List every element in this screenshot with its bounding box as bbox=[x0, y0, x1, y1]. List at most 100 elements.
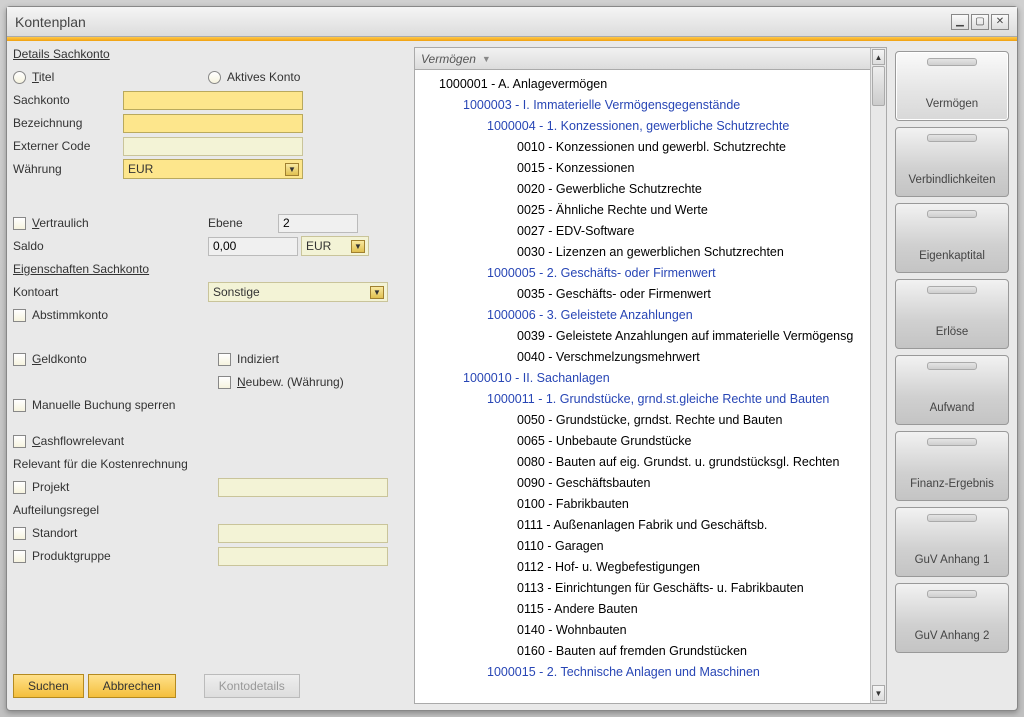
tree-node[interactable]: 1000003 - I. Immaterielle Vermögensgegen… bbox=[415, 95, 870, 116]
chk-geld[interactable] bbox=[13, 353, 26, 366]
input-projekt[interactable] bbox=[218, 478, 388, 497]
chk-standort[interactable] bbox=[13, 527, 26, 540]
lbl-bezeichnung: Bezeichnung bbox=[13, 116, 123, 130]
tree-node[interactable]: 0050 - Grundstücke, grndst. Rechte und B… bbox=[415, 410, 870, 431]
tree-node[interactable]: 0035 - Geschäfts- oder Firmenwert bbox=[415, 284, 870, 305]
tree-node[interactable]: 0065 - Unbebaute Grundstücke bbox=[415, 431, 870, 452]
tree-node[interactable]: 0027 - EDV-Software bbox=[415, 221, 870, 242]
chk-abstimm-label: Abstimmkonto bbox=[32, 308, 108, 322]
tree-node[interactable]: 0160 - Bauten auf fremden Grundstücken bbox=[415, 641, 870, 662]
chk-standort-label: Standort bbox=[32, 526, 77, 540]
radio-aktiv[interactable] bbox=[208, 71, 221, 84]
radio-titel[interactable] bbox=[13, 71, 26, 84]
chk-produkt-label: Produktgruppe bbox=[32, 549, 111, 563]
drawer-tab[interactable]: Erlöse bbox=[895, 279, 1009, 349]
tree-node[interactable]: 0030 - Lizenzen an gewerblichen Schutzre… bbox=[415, 242, 870, 263]
tree-node[interactable]: 0040 - Verschmelzungsmehrwert bbox=[415, 347, 870, 368]
window-title: Kontenplan bbox=[15, 14, 86, 30]
maximize-button[interactable]: ▢ bbox=[971, 14, 989, 30]
input-saldo[interactable] bbox=[208, 237, 298, 256]
tree-node[interactable]: 0140 - Wohnbauten bbox=[415, 620, 870, 641]
chk-projekt-label: Projekt bbox=[32, 480, 69, 494]
chk-produkt[interactable] bbox=[13, 550, 26, 563]
tree-node[interactable]: 0039 - Geleistete Anzahlungen auf immate… bbox=[415, 326, 870, 347]
drawer-label: GuV Anhang 1 bbox=[915, 554, 990, 566]
btn-abbrechen[interactable]: Abbrechen bbox=[88, 674, 176, 698]
chevron-down-icon[interactable]: ▼ bbox=[482, 54, 491, 64]
titlebar: Kontenplan ▁ ▢ ✕ bbox=[7, 7, 1017, 37]
section-eigenschaften: Eigenschaften Sachkonto bbox=[13, 262, 408, 276]
tree-node[interactable]: 0100 - Fabrikbauten bbox=[415, 494, 870, 515]
radio-titel-label: Titel bbox=[32, 70, 54, 84]
lbl-kontoart: Kontoart bbox=[13, 285, 208, 299]
tree-scrollbar[interactable]: ▲ ▼ bbox=[870, 48, 886, 703]
chk-cashflow[interactable] bbox=[13, 435, 26, 448]
tree-node[interactable]: 0113 - Einrichtungen für Geschäfts- u. F… bbox=[415, 578, 870, 599]
chk-manuell-label: Manuelle Buchung sperren bbox=[32, 398, 175, 412]
drawer-handle-icon bbox=[927, 362, 977, 370]
tree-panel: Vermögen ▼ 1000001 - A. Anlagevermögen10… bbox=[414, 47, 887, 704]
lbl-aufteilung: Aufteilungsregel bbox=[13, 503, 99, 517]
tree-node[interactable]: 0111 - Außenanlagen Fabrik und Geschäfts… bbox=[415, 515, 870, 536]
input-produkt[interactable] bbox=[218, 547, 388, 566]
scroll-down-icon[interactable]: ▼ bbox=[872, 685, 885, 701]
tree-node[interactable]: 1000015 - 2. Technische Anlagen und Masc… bbox=[415, 662, 870, 683]
minimize-button[interactable]: ▁ bbox=[951, 14, 969, 30]
chk-indiziert[interactable] bbox=[218, 353, 231, 366]
drawer-tab[interactable]: Eigenkaptital bbox=[895, 203, 1009, 273]
tree-node[interactable]: 0110 - Garagen bbox=[415, 536, 870, 557]
chk-manuell[interactable] bbox=[13, 399, 26, 412]
tree-body[interactable]: 1000001 - A. Anlagevermögen1000003 - I. … bbox=[415, 70, 870, 703]
select-kontoart-value: Sonstige bbox=[213, 285, 260, 299]
drawer-handle-icon bbox=[927, 438, 977, 446]
select-waehrung[interactable]: EUR ▼ bbox=[123, 159, 303, 179]
chk-cashflow-label: Cashflowrelevant bbox=[32, 434, 124, 448]
btn-suchen[interactable]: Suchen bbox=[13, 674, 84, 698]
scroll-thumb[interactable] bbox=[872, 66, 885, 106]
select-kontoart[interactable]: Sonstige ▼ bbox=[208, 282, 388, 302]
tree-node[interactable]: 1000004 - 1. Konzessionen, gewerbliche S… bbox=[415, 116, 870, 137]
drawer-tab[interactable]: Vermögen bbox=[895, 51, 1009, 121]
chk-vertraulich-label: Vertraulich bbox=[32, 216, 89, 230]
tree-node[interactable]: 0090 - Geschäftsbauten bbox=[415, 473, 870, 494]
input-ebene[interactable] bbox=[278, 214, 358, 233]
drawer-tab[interactable]: Verbindlichkeiten bbox=[895, 127, 1009, 197]
tree-node[interactable]: 0025 - Ähnliche Rechte und Werte bbox=[415, 200, 870, 221]
input-standort[interactable] bbox=[218, 524, 388, 543]
tree-node[interactable]: 0020 - Gewerbliche Schutzrechte bbox=[415, 179, 870, 200]
chk-abstimm[interactable] bbox=[13, 309, 26, 322]
lbl-relevant: Relevant für die Kostenrechnung bbox=[13, 457, 188, 471]
drawer-handle-icon bbox=[927, 58, 977, 66]
drawer-tab[interactable]: Aufwand bbox=[895, 355, 1009, 425]
tree-node[interactable]: 0112 - Hof- u. Wegbefestigungen bbox=[415, 557, 870, 578]
drawer-tab[interactable]: GuV Anhang 2 bbox=[895, 583, 1009, 653]
lbl-saldo: Saldo bbox=[13, 239, 208, 253]
input-externer[interactable] bbox=[123, 137, 303, 156]
tree-node[interactable]: 1000011 - 1. Grundstücke, grnd.st.gleich… bbox=[415, 389, 870, 410]
chk-projekt[interactable] bbox=[13, 481, 26, 494]
drawer-tab[interactable]: Finanz-Ergebnis bbox=[895, 431, 1009, 501]
chk-vertraulich[interactable] bbox=[13, 217, 26, 230]
input-sachkonto[interactable] bbox=[123, 91, 303, 110]
tree-node[interactable]: 1000010 - II. Sachanlagen bbox=[415, 368, 870, 389]
select-saldo-cur[interactable]: EUR ▼ bbox=[301, 236, 369, 256]
btn-kontodetails: Kontodetails bbox=[204, 674, 300, 698]
chk-neubew[interactable] bbox=[218, 376, 231, 389]
scroll-up-icon[interactable]: ▲ bbox=[872, 49, 885, 65]
content: Details Sachkonto Titel Aktives Konto Sa… bbox=[7, 41, 1017, 710]
tree-node[interactable]: 0010 - Konzessionen und gewerbl. Schutzr… bbox=[415, 137, 870, 158]
chevron-down-icon: ▼ bbox=[285, 163, 299, 176]
chk-geld-label: Geldkonto bbox=[32, 352, 87, 366]
left-panel: Details Sachkonto Titel Aktives Konto Sa… bbox=[13, 47, 408, 704]
drawer-tab[interactable]: GuV Anhang 1 bbox=[895, 507, 1009, 577]
input-bezeichnung[interactable] bbox=[123, 114, 303, 133]
drawer-label: Verbindlichkeiten bbox=[909, 174, 996, 186]
close-button[interactable]: ✕ bbox=[991, 14, 1009, 30]
tree-node[interactable]: 0080 - Bauten auf eig. Grundst. u. grund… bbox=[415, 452, 870, 473]
tree-node[interactable]: 1000005 - 2. Geschäfts- oder Firmenwert bbox=[415, 263, 870, 284]
tree-node[interactable]: 1000006 - 3. Geleistete Anzahlungen bbox=[415, 305, 870, 326]
tree-node[interactable]: 0115 - Andere Bauten bbox=[415, 599, 870, 620]
tree-node[interactable]: 0015 - Konzessionen bbox=[415, 158, 870, 179]
tree-node[interactable]: 1000001 - A. Anlagevermögen bbox=[415, 74, 870, 95]
drawer-handle-icon bbox=[927, 210, 977, 218]
